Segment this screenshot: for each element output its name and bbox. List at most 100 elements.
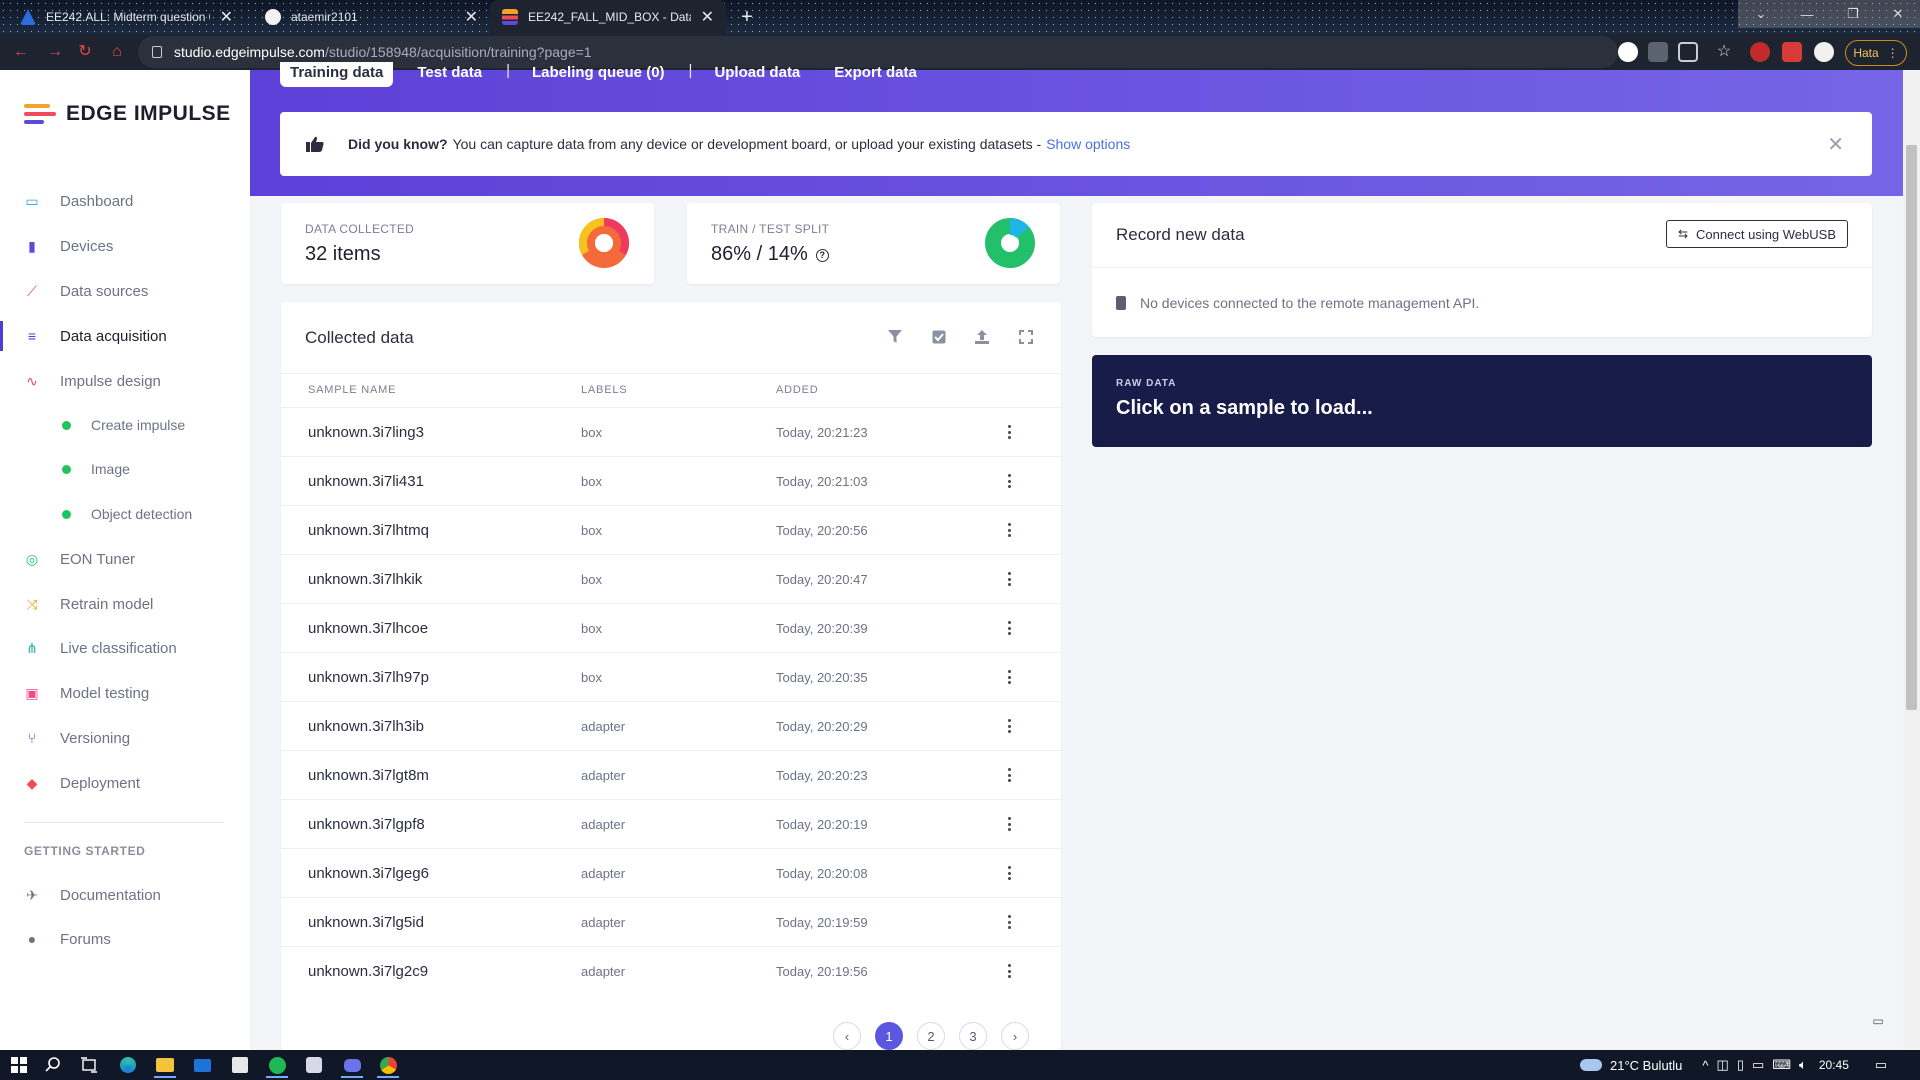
bookmark-star-icon[interactable]: ☆ xyxy=(1714,42,1734,62)
store-icon[interactable] xyxy=(230,1055,250,1075)
tab-upload-data[interactable]: Upload data xyxy=(704,62,810,87)
new-tab-plus-icon[interactable]: + xyxy=(734,4,760,30)
mail-icon[interactable] xyxy=(192,1055,212,1075)
sidebar-item-forums[interactable]: ● Forums xyxy=(0,920,250,958)
expand-icon[interactable] xyxy=(1017,328,1035,346)
sample-name[interactable]: unknown.3i7li431 xyxy=(308,473,424,490)
sidebar-item-deployment[interactable]: ◆ Deployment xyxy=(0,764,250,802)
row-menu-kebab-icon[interactable] xyxy=(1008,915,1012,929)
sample-name[interactable]: unknown.3i7lhcoe xyxy=(308,620,428,637)
game-app-icon[interactable] xyxy=(304,1055,324,1075)
row-menu-kebab-icon[interactable] xyxy=(1008,719,1012,733)
file-explorer-icon[interactable] xyxy=(155,1055,175,1075)
pagination-page-1[interactable]: 1 xyxy=(875,1022,903,1050)
sidebar-item-data-acquisition[interactable]: ≡ Data acquisition xyxy=(0,317,250,355)
column-header-sample-name[interactable]: SAMPLE NAME xyxy=(308,384,396,396)
sidebar-subitem-image[interactable]: Image xyxy=(0,451,250,487)
row-menu-kebab-icon[interactable] xyxy=(1008,817,1012,831)
profile-avatar[interactable] xyxy=(1814,42,1834,62)
home-icon[interactable]: ⌂ xyxy=(108,43,126,61)
volume-icon[interactable]: 🔈︎ xyxy=(1799,1057,1807,1073)
close-icon[interactable]: ✕ xyxy=(701,7,714,27)
sample-name[interactable]: unknown.3i7lhtmq xyxy=(308,522,429,539)
show-options-link[interactable]: Show options xyxy=(1046,136,1130,152)
row-menu-kebab-icon[interactable] xyxy=(1008,964,1012,978)
pagination-prev-button[interactable]: ‹ xyxy=(833,1022,861,1050)
share-icon[interactable] xyxy=(1678,42,1698,62)
sample-name[interactable]: unknown.3i7lgeg6 xyxy=(308,865,429,882)
tab-labeling-queue[interactable]: Labeling queue (0) xyxy=(522,62,675,87)
row-menu-kebab-icon[interactable] xyxy=(1008,670,1012,684)
microphone-icon[interactable]: ▯ xyxy=(1737,1057,1744,1073)
row-menu-kebab-icon[interactable] xyxy=(1008,523,1012,537)
pagination-page-3[interactable]: 3 xyxy=(959,1022,987,1050)
tab-training-data[interactable]: Training data xyxy=(280,62,394,87)
sample-name[interactable]: unknown.3i7lh97p xyxy=(308,669,429,686)
browser-tab-github[interactable]: ataemir2101 ✕ xyxy=(253,0,490,34)
sidebar-item-dashboard[interactable]: ▭ Dashboard xyxy=(0,182,250,220)
sample-name[interactable]: unknown.3i7lh3ib xyxy=(308,718,424,735)
select-checkbox-icon[interactable] xyxy=(930,328,948,346)
table-row[interactable]: unknown.3i7lh3ib adapter Today, 20:20:29 xyxy=(281,701,1061,750)
discord-icon[interactable] xyxy=(342,1055,362,1075)
close-icon[interactable]: ✕ xyxy=(1827,132,1844,157)
sidebar-item-eon-tuner[interactable]: ◎ EON Tuner xyxy=(0,540,250,578)
scrollbar-thumb[interactable] xyxy=(1906,145,1917,710)
table-row[interactable]: unknown.3i7lh97p box Today, 20:20:35 xyxy=(281,652,1061,701)
table-row[interactable]: unknown.3i7lg2c9 adapter Today, 20:19:56 xyxy=(281,946,1061,995)
sample-name[interactable]: unknown.3i7lgt8m xyxy=(308,767,429,784)
row-menu-kebab-icon[interactable] xyxy=(1008,866,1012,880)
tab-test-data[interactable]: Test data xyxy=(407,62,492,87)
google-extension-icon[interactable] xyxy=(1618,42,1638,62)
search-icon[interactable] xyxy=(43,1055,63,1075)
chevron-up-icon[interactable]: ^ xyxy=(1702,1058,1708,1073)
tab-search-chevron-icon[interactable]: ⌄ xyxy=(1738,0,1784,28)
forward-arrow-icon[interactable]: → xyxy=(46,43,64,61)
sample-name[interactable]: unknown.3i7lg2c9 xyxy=(308,963,428,980)
browser-tab-midterm[interactable]: EE242.ALL: Midterm question 0... ✕ xyxy=(8,0,245,34)
translate-icon[interactable] xyxy=(1648,42,1668,62)
table-row[interactable]: unknown.3i7lhcoe box Today, 20:20:39 xyxy=(281,603,1061,652)
chrome-icon[interactable] xyxy=(378,1055,398,1075)
table-row[interactable]: unknown.3i7lg5id adapter Today, 20:19:59 xyxy=(281,897,1061,946)
sidebar-item-versioning[interactable]: ⑂ Versioning xyxy=(0,719,250,757)
help-icon[interactable]: ? xyxy=(815,249,829,262)
sample-name[interactable]: unknown.3i7lg5id xyxy=(308,914,424,931)
table-row[interactable]: unknown.3i7li431 box Today, 20:21:03 xyxy=(281,456,1061,505)
weather-text[interactable]: 21°C Bulutlu xyxy=(1610,1058,1682,1073)
connect-webusb-button[interactable]: ⇆ Connect using WebUSB xyxy=(1666,220,1848,248)
window-close-icon[interactable]: ✕ xyxy=(1876,0,1920,28)
task-view-icon[interactable] xyxy=(79,1055,99,1075)
row-menu-kebab-icon[interactable] xyxy=(1008,621,1012,635)
extension-puzzle-icon[interactable] xyxy=(1750,42,1770,62)
close-icon[interactable]: ✕ xyxy=(465,7,478,27)
upload-icon[interactable] xyxy=(973,328,991,346)
keyboard-icon[interactable]: ⌨ xyxy=(1772,1057,1791,1073)
sidebar-item-impulse-design[interactable]: ∿ Impulse design xyxy=(0,362,250,400)
table-row[interactable]: unknown.3i7lgpf8 adapter Today, 20:20:19 xyxy=(281,799,1061,848)
table-row[interactable]: unknown.3i7lhkik box Today, 20:20:47 xyxy=(281,554,1061,603)
notifications-icon[interactable]: ▭ xyxy=(1875,1057,1887,1073)
sidebar-item-retrain-model[interactable]: ⤨ Retrain model xyxy=(0,585,250,623)
column-header-added[interactable]: ADDED xyxy=(776,384,819,396)
filter-icon[interactable] xyxy=(886,328,904,346)
sidebar-item-devices[interactable]: ▮ Devices xyxy=(0,227,250,265)
sidebar-subitem-object-detection[interactable]: Object detection xyxy=(0,496,250,532)
close-icon[interactable]: ✕ xyxy=(220,7,233,27)
profile-error-badge[interactable]: Hata ⋮ xyxy=(1845,40,1907,66)
table-row[interactable]: unknown.3i7lgt8m adapter Today, 20:20:23 xyxy=(281,750,1061,799)
pagination-page-2[interactable]: 2 xyxy=(917,1022,945,1050)
tab-export-data[interactable]: Export data xyxy=(824,62,927,87)
back-arrow-icon[interactable]: ← xyxy=(12,43,30,61)
restore-icon[interactable]: ❐ xyxy=(1830,0,1876,28)
sidebar-item-model-testing[interactable]: ▣ Model testing xyxy=(0,674,250,712)
pagination-next-button[interactable]: › xyxy=(1001,1022,1029,1050)
sidebar-subitem-create-impulse[interactable]: Create impulse xyxy=(0,407,250,443)
table-row[interactable]: unknown.3i7ling3 box Today, 20:21:23 xyxy=(281,407,1061,456)
browser-tab-edge-impulse[interactable]: EE242_FALL_MID_BOX - Data acq... ✕ xyxy=(490,0,726,34)
table-row[interactable]: unknown.3i7lgeg6 adapter Today, 20:20:08 xyxy=(281,848,1061,897)
row-menu-kebab-icon[interactable] xyxy=(1008,474,1012,488)
feedback-icon[interactable]: ▭ xyxy=(1868,1014,1888,1032)
sidebar-item-documentation[interactable]: ✈ Documentation xyxy=(0,876,250,914)
minimize-icon[interactable]: — xyxy=(1784,0,1830,28)
